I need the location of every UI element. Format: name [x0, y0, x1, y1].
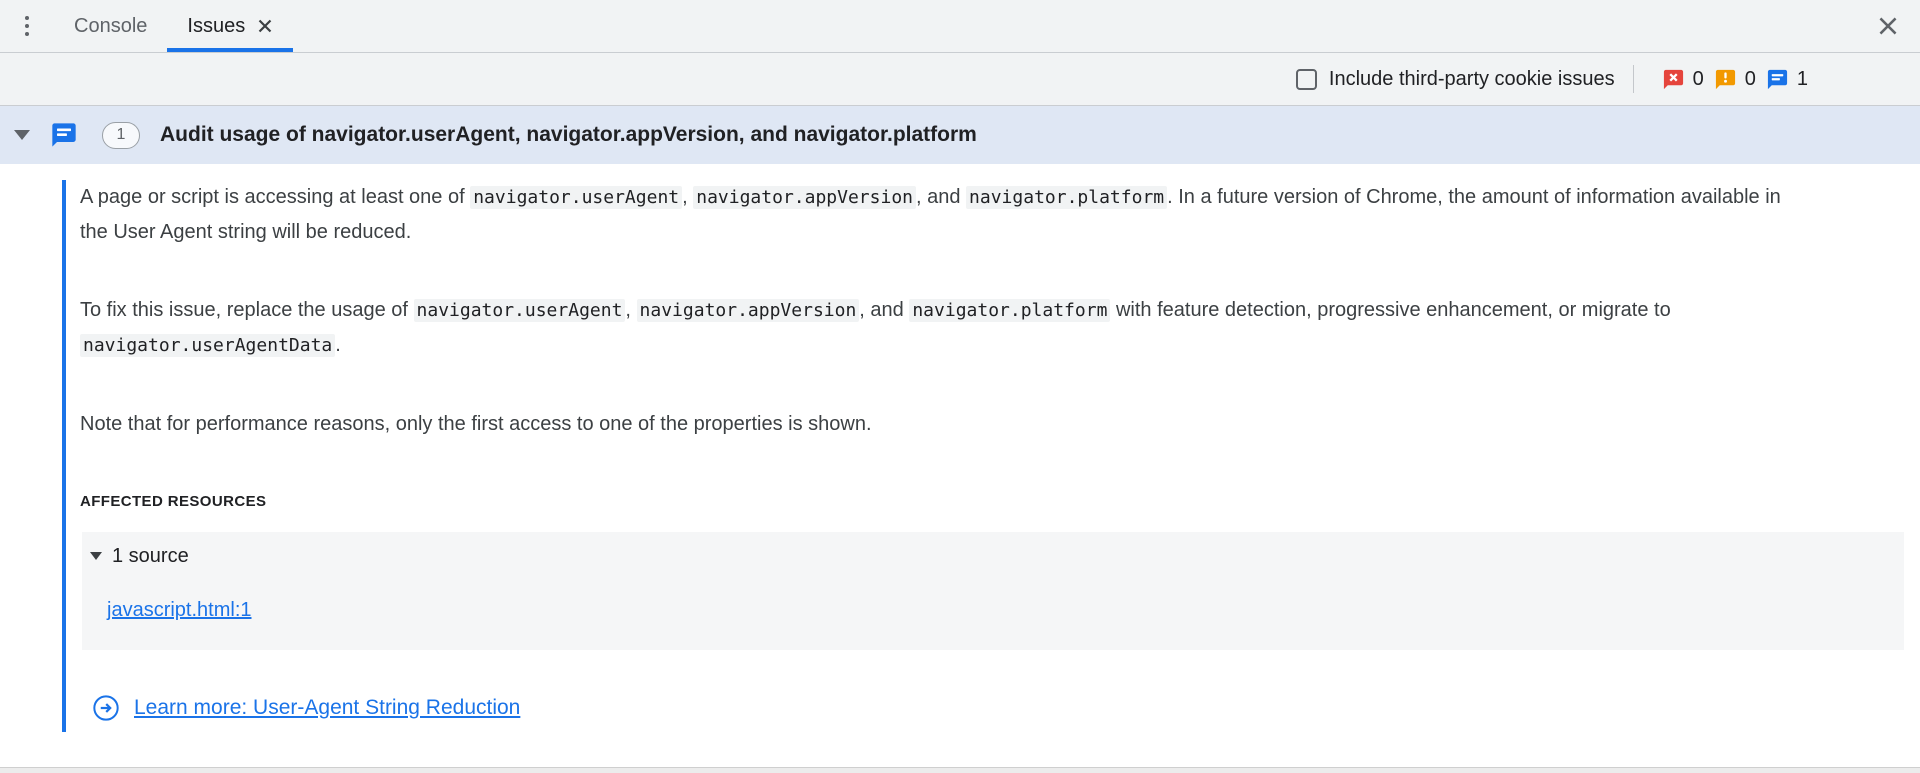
breaking-changes-count: 0	[1745, 68, 1756, 91]
tab-issues-label: Issues	[187, 15, 245, 38]
improvements-counter: 1	[1766, 68, 1808, 91]
issue-paragraph: Note that for performance reasons, only …	[80, 407, 1810, 441]
tab-console[interactable]: Console	[54, 0, 167, 52]
active-tab-underline	[167, 48, 293, 52]
third-party-cookie-checkbox-label: Include third-party cookie issues	[1329, 68, 1615, 91]
circled-arrow-right-icon	[92, 694, 120, 722]
panel-close-button[interactable]	[1856, 0, 1920, 52]
issue-body: A page or script is accessing at least o…	[0, 164, 1920, 732]
expand-triangle-icon[interactable]	[14, 130, 30, 140]
page-errors-counter: 0	[1662, 68, 1704, 91]
issue-title: Audit usage of navigator.userAgent, navi…	[160, 123, 977, 147]
inline-code: navigator.appVersion	[693, 186, 916, 209]
breaking-changes-icon	[1714, 68, 1737, 91]
tab-issues[interactable]: Issues	[167, 0, 293, 52]
inline-code: navigator.platform	[966, 186, 1167, 209]
inline-code: navigator.appVersion	[637, 299, 860, 322]
inline-code: navigator.userAgent	[414, 299, 626, 322]
collapse-triangle-icon	[90, 552, 102, 560]
affected-resources-box: 1 source javascript.html:1	[82, 532, 1904, 650]
issues-toolbar: Include third-party cookie issues 0 0	[0, 53, 1920, 106]
learn-more-link[interactable]: Learn more: User-Agent String Reduction	[134, 696, 520, 720]
issue-header[interactable]: 1 Audit usage of navigator.userAgent, na…	[0, 106, 1920, 164]
devtools-tabbar: Console Issues	[0, 0, 1920, 53]
source-link[interactable]: javascript.html:1	[107, 599, 252, 622]
tab-close-button[interactable]	[257, 18, 273, 34]
kebab-menu-icon	[25, 16, 29, 36]
improvements-icon	[1766, 68, 1789, 91]
inline-code: navigator.userAgentData	[80, 334, 335, 357]
third-party-cookie-checkbox[interactable]	[1296, 69, 1317, 90]
issue-body-content: A page or script is accessing at least o…	[62, 180, 1904, 732]
more-options-button[interactable]	[0, 0, 54, 52]
issues-panel: Console Issues Include third-party cooki…	[0, 0, 1920, 773]
close-icon	[1877, 15, 1899, 37]
bottom-panel-edge	[0, 767, 1920, 773]
improvements-count: 1	[1797, 68, 1808, 91]
page-errors-count: 0	[1693, 68, 1704, 91]
source-link-row: javascript.html:1	[107, 596, 1904, 624]
sources-toggle[interactable]: 1 source	[90, 544, 1904, 568]
inline-code: navigator.platform	[909, 299, 1110, 322]
affected-resources-heading: AFFECTED RESOURCES	[80, 493, 1904, 510]
close-icon	[257, 18, 273, 34]
learn-more-row: Learn more: User-Agent String Reduction	[92, 694, 1904, 722]
tabbar-spacer	[293, 0, 1856, 52]
sources-toggle-label: 1 source	[112, 545, 189, 568]
issue-paragraph: A page or script is accessing at least o…	[80, 180, 1810, 249]
breaking-changes-counter: 0	[1714, 68, 1756, 91]
page-errors-icon	[1662, 68, 1685, 91]
toolbar-divider	[1633, 65, 1634, 93]
improvement-chat-icon	[50, 121, 78, 149]
issue-count-badge: 1	[102, 122, 140, 149]
issue-paragraph: To fix this issue, replace the usage of …	[80, 293, 1810, 363]
inline-code: navigator.userAgent	[470, 186, 682, 209]
tab-console-label: Console	[74, 15, 147, 38]
